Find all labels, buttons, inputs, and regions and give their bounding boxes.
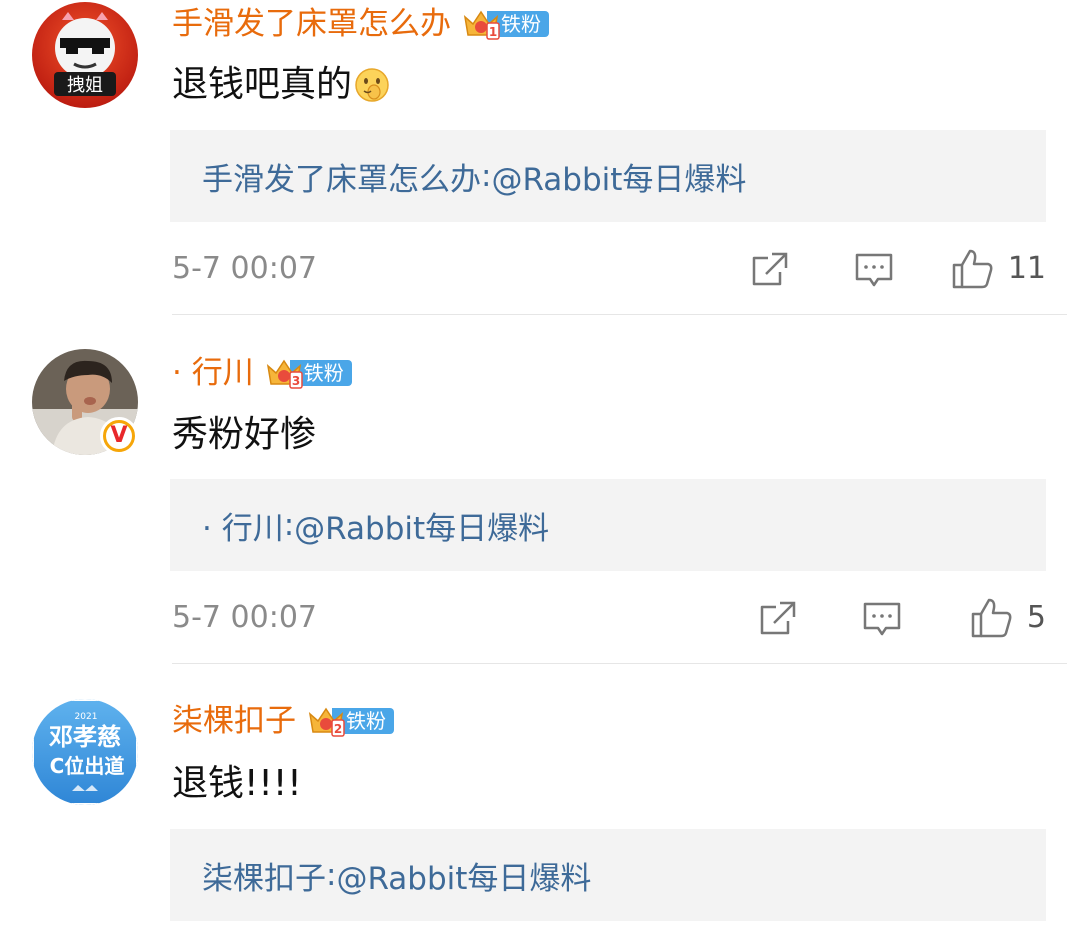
verified-badge: V <box>100 417 138 455</box>
comment-text-content: 秀粉好惨 <box>172 414 317 455</box>
svg-text:2: 2 <box>334 722 342 736</box>
comment-text: 退钱吧真的 <box>172 60 390 110</box>
quote-sep: : <box>326 857 337 893</box>
crown-badge-icon: 3 <box>266 359 303 389</box>
comment-icon[interactable] <box>862 599 902 639</box>
avatar-text-slogan: C位出道 <box>50 754 125 778</box>
share-icon[interactable] <box>758 599 798 639</box>
quote-mention[interactable]: @Rabbit每日爆料 <box>336 853 591 898</box>
quote-name: 手滑发了床罩怎么办 <box>202 161 481 198</box>
username[interactable]: · 行川 <box>172 351 254 395</box>
quote-sep: : <box>481 158 492 194</box>
comment-meta: 5-7 00:07 11 <box>172 244 1046 294</box>
quote-name: 柒棵扣子 <box>202 860 326 897</box>
avatar-text: 拽姐 <box>67 75 103 96</box>
comment-text: 退钱!!!! <box>172 759 302 809</box>
fan-badge[interactable]: 3 铁粉 <box>264 356 352 390</box>
crown-badge-icon: 2 <box>308 707 345 737</box>
like-count: 5 <box>1026 600 1046 635</box>
like-button[interactable]: 5 <box>969 593 1046 643</box>
avatar-text-name: 邓孝慈 <box>49 723 121 751</box>
smirk-emoji-icon <box>355 68 389 102</box>
thumbs-up-icon <box>971 598 1012 638</box>
quote-block[interactable]: · 行川: @Rabbit每日爆料 <box>170 479 1046 571</box>
timestamp: 5-7 00:07 <box>172 600 317 635</box>
name-row: 柒棵扣子 2 铁粉 <box>172 699 394 743</box>
quote-block[interactable]: 手滑发了床罩怎么办: @Rabbit每日爆料 <box>170 130 1046 222</box>
avatar[interactable]: 2021 邓孝慈 C位出道 <box>32 699 138 805</box>
name-row: · 行川 3 铁粉 <box>172 351 352 395</box>
avatar[interactable]: 拽姐 <box>32 2 138 108</box>
verified-mark: V <box>106 423 132 449</box>
fan-badge[interactable]: 2 铁粉 <box>306 704 394 738</box>
quote-mention[interactable]: @Rabbit每日爆料 <box>491 154 746 199</box>
crown-badge-icon: 1 <box>463 10 500 40</box>
divider <box>172 663 1067 664</box>
quote-name: · 行川 <box>202 510 284 547</box>
fan-badge[interactable]: 1 铁粉 <box>461 7 549 41</box>
comment-text: 秀粉好惨 <box>172 410 316 460</box>
comment-text-content: 退钱吧真的 <box>172 64 353 105</box>
like-button[interactable]: 11 <box>950 244 1046 294</box>
share-icon[interactable] <box>750 250 790 290</box>
svg-text:3: 3 <box>292 374 300 388</box>
comment-text-content: 退钱!!!! <box>172 763 302 804</box>
divider <box>172 314 1067 315</box>
quote-sep: : <box>283 507 295 543</box>
comment-meta: 5-7 00:07 5 <box>172 593 1046 643</box>
quote-mention[interactable]: @Rabbit每日爆料 <box>294 503 549 548</box>
quote-block[interactable]: 柒棵扣子: @Rabbit每日爆料 <box>170 829 1046 921</box>
svg-text:1: 1 <box>489 25 497 39</box>
timestamp: 5-7 00:07 <box>172 251 317 286</box>
name-row: 手滑发了床罩怎么办 1 铁粉 <box>172 2 549 46</box>
thumbs-up-icon <box>952 249 993 289</box>
like-count: 11 <box>1007 251 1046 286</box>
username[interactable]: 柒棵扣子 <box>172 699 296 743</box>
username[interactable]: 手滑发了床罩怎么办 <box>172 2 451 46</box>
comment-icon[interactable] <box>854 250 894 290</box>
avatar-text-year: 2021 <box>75 712 98 722</box>
